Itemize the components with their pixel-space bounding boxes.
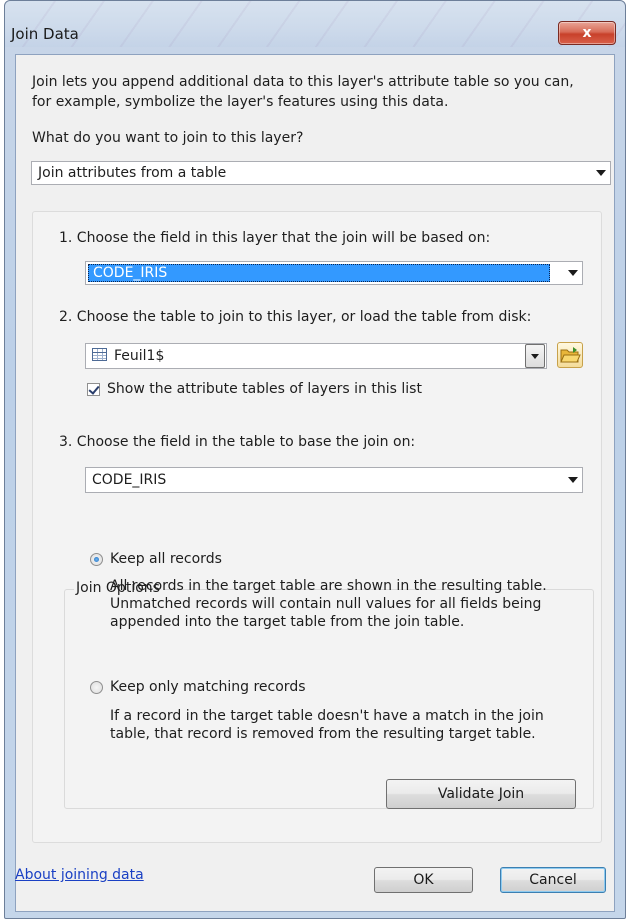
join-table-value: Feuil1$ <box>114 348 165 364</box>
window-title: Join Data <box>11 25 79 43</box>
step1-label: 1. Choose the field in this layer that t… <box>59 230 491 246</box>
show-attribute-tables-label: Show the attribute tables of layers in t… <box>107 381 422 397</box>
about-joining-data-link[interactable]: About joining data <box>15 866 144 885</box>
chevron-down-icon <box>596 170 606 176</box>
keep-all-desc-3: appended into the target table from the … <box>110 614 465 630</box>
join-type-value: Join attributes from a table <box>38 165 227 181</box>
title-bar[interactable]: Join Data x <box>5 1 625 47</box>
cancel-button[interactable]: Cancel <box>500 867 606 893</box>
close-icon: x <box>582 25 592 41</box>
join-field-dropdown[interactable]: CODE_IRIS <box>85 467 583 493</box>
join-type-question: What do you want to join to this layer? <box>32 130 304 146</box>
intro-line-2: for example, symbolize the layer's featu… <box>32 94 449 110</box>
chevron-down-icon <box>531 354 539 359</box>
layer-field-value: CODE_IRIS <box>88 264 550 282</box>
intro-line-1: Join lets you append additional data to … <box>32 74 574 90</box>
keep-matching-desc-2: table, that record is removed from the r… <box>110 726 536 742</box>
keep-matching-records-label: Keep only matching records <box>110 679 306 695</box>
join-table-dropdown-button[interactable] <box>525 344 545 368</box>
validate-join-button[interactable]: Validate Join <box>386 779 576 809</box>
chevron-down-icon <box>568 477 578 483</box>
layer-field-dropdown[interactable]: CODE_IRIS <box>85 261 583 285</box>
step2-label: 2. Choose the table to join to this laye… <box>59 309 532 325</box>
ok-button[interactable]: OK <box>374 867 473 893</box>
close-button[interactable]: x <box>558 21 616 45</box>
open-folder-icon <box>560 347 581 363</box>
keep-all-records-radio[interactable] <box>90 553 103 566</box>
keep-matching-records-radio[interactable] <box>90 681 103 694</box>
keep-all-desc-1: All records in the target table are show… <box>110 578 547 594</box>
keep-all-desc-2: Unmatched records will contain null valu… <box>110 596 542 612</box>
join-field-value: CODE_IRIS <box>92 472 167 488</box>
join-data-dialog: Join Data x Join lets you append additio… <box>4 0 626 919</box>
step3-label: 3. Choose the field in the table to base… <box>59 434 416 450</box>
show-attribute-tables-checkbox[interactable] <box>87 383 100 396</box>
join-type-dropdown[interactable]: Join attributes from a table <box>31 161 611 185</box>
browse-table-button[interactable] <box>557 342 583 368</box>
keep-matching-desc-1: If a record in the target table doesn't … <box>110 708 544 724</box>
join-table-dropdown[interactable]: Feuil1$ <box>85 343 547 369</box>
chevron-down-icon <box>568 270 578 276</box>
keep-all-records-label: Keep all records <box>110 551 222 567</box>
table-icon <box>92 348 107 361</box>
